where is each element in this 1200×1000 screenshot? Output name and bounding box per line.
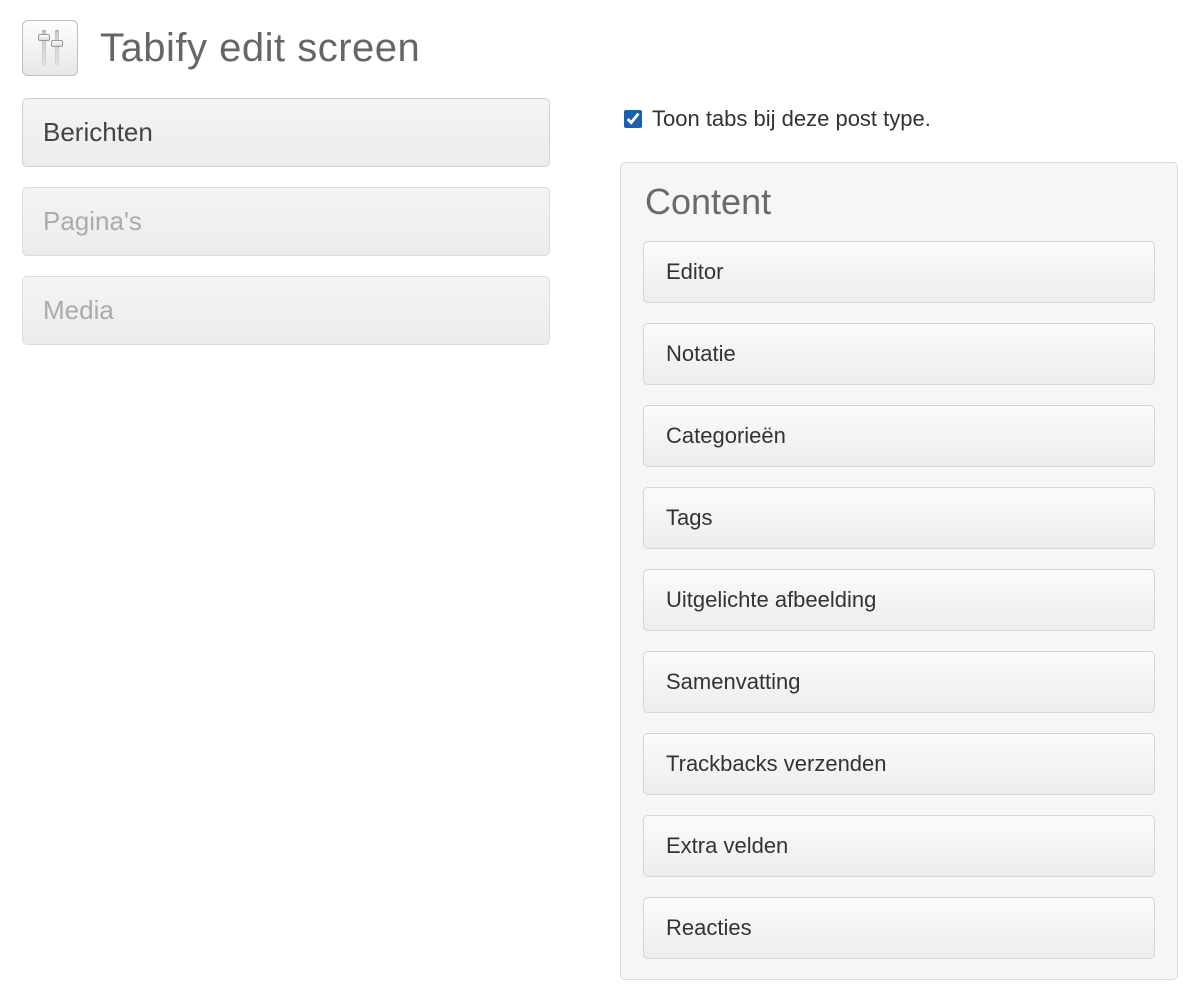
content-item-categorieen[interactable]: Categorieën <box>643 405 1155 467</box>
post-type-item-media[interactable]: Media <box>22 276 550 345</box>
page-title: Tabify edit screen <box>100 26 420 71</box>
content-item-extra-velden[interactable]: Extra velden <box>643 815 1155 877</box>
content-item-tags[interactable]: Tags <box>643 487 1155 549</box>
content-item-uitgelichte-afbeelding[interactable]: Uitgelichte afbeelding <box>643 569 1155 631</box>
post-type-item-berichten[interactable]: Berichten <box>22 98 550 167</box>
page-header: Tabify edit screen <box>22 20 1178 76</box>
show-tabs-checkbox[interactable] <box>624 110 642 128</box>
settings-sliders-icon <box>22 20 78 76</box>
content-panel: Content Editor Notatie Categorieën Tags … <box>620 162 1178 980</box>
content-item-samenvatting[interactable]: Samenvatting <box>643 651 1155 713</box>
show-tabs-checkbox-row: Toon tabs bij deze post type. <box>624 106 1178 132</box>
post-type-item-paginas[interactable]: Pagina's <box>22 187 550 256</box>
content-item-trackbacks[interactable]: Trackbacks verzenden <box>643 733 1155 795</box>
content-item-notatie[interactable]: Notatie <box>643 323 1155 385</box>
content-panel-title: Content <box>645 181 1155 223</box>
content-item-editor[interactable]: Editor <box>643 241 1155 303</box>
show-tabs-label: Toon tabs bij deze post type. <box>652 106 931 132</box>
content-item-reacties[interactable]: Reacties <box>643 897 1155 959</box>
post-type-list: Berichten Pagina's Media <box>22 98 550 980</box>
